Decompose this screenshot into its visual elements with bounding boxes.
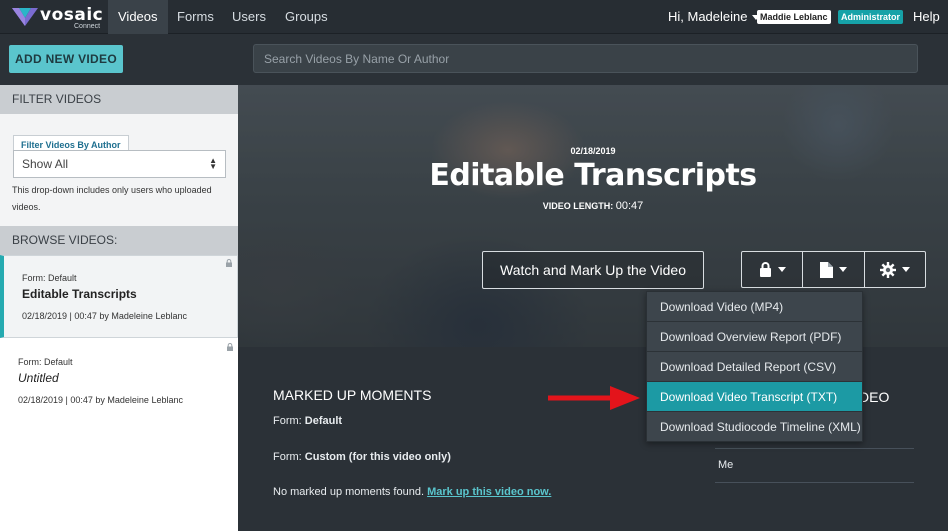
right-column-title: DEO bbox=[859, 389, 890, 405]
nav-groups[interactable]: Groups bbox=[275, 0, 338, 34]
lock-icon bbox=[227, 343, 233, 351]
download-studiocode-xml-item[interactable]: Download Studiocode Timeline (XML) bbox=[647, 412, 862, 442]
download-dropdown-menu: Download Video (MP4) Download Overview R… bbox=[646, 291, 863, 442]
role-badge: Administrator bbox=[838, 10, 904, 24]
video-form: Form: Default bbox=[18, 357, 73, 367]
chevron-down-icon bbox=[777, 267, 786, 272]
vosaic-logo[interactable]: vosaic Connect bbox=[12, 4, 104, 30]
nav-videos[interactable]: Videos bbox=[108, 0, 168, 34]
marked-up-moments-title: MARKED UP MOMENTS bbox=[273, 387, 432, 403]
empty-moments-row: No marked up moments found. Mark up this… bbox=[273, 486, 551, 498]
form-custom-row: Form: Custom (for this video only) bbox=[273, 451, 451, 463]
file-icon bbox=[819, 261, 833, 278]
video-length-label: VIDEO LENGTH: bbox=[542, 201, 614, 211]
vosaic-logo-icon bbox=[12, 8, 38, 26]
top-nav: vosaic Connect Videos Forms Users Groups… bbox=[0, 0, 948, 34]
lock-icon bbox=[226, 259, 232, 267]
chevron-down-icon bbox=[901, 267, 910, 272]
download-overview-pdf-item[interactable]: Download Overview Report (PDF) bbox=[647, 322, 862, 352]
form-value: Default bbox=[304, 415, 343, 427]
settings-button[interactable] bbox=[865, 252, 925, 287]
divider bbox=[715, 448, 914, 449]
privacy-button[interactable] bbox=[742, 252, 804, 287]
select-arrows-icon: ▲ ▼ bbox=[209, 156, 217, 171]
filter-videos-heading: FILTER VIDEOS bbox=[0, 85, 238, 114]
nav-forms[interactable]: Forms bbox=[167, 0, 224, 34]
video-title: Editable Transcripts bbox=[22, 287, 137, 301]
video-list-item[interactable]: Form: Default Untitled 02/18/2019 | 00:4… bbox=[0, 340, 238, 423]
logo-subtitle: Connect bbox=[74, 23, 101, 30]
lock-icon bbox=[759, 262, 771, 277]
user-menu[interactable]: Hi, Madeleine bbox=[668, 0, 760, 34]
hero-date: 02/18/2019 bbox=[570, 146, 616, 156]
user-name-badge: Maddie Leblanc bbox=[757, 10, 831, 24]
author-filter-value: Show All bbox=[22, 157, 69, 171]
nav-users[interactable]: Users bbox=[222, 0, 276, 34]
add-new-video-button[interactable]: ADD NEW VIDEO bbox=[9, 45, 123, 73]
video-length: VIDEO LENGTH: 00:47 bbox=[238, 200, 948, 212]
logo-wordmark: vosaic bbox=[40, 5, 104, 25]
form-label: Form: bbox=[273, 451, 302, 463]
chevron-down-icon bbox=[838, 267, 847, 272]
download-mp4-item[interactable]: Download Video (MP4) bbox=[647, 292, 862, 322]
download-detailed-csv-item[interactable]: Download Detailed Report (CSV) bbox=[647, 352, 862, 382]
watch-markup-button[interactable]: Watch and Mark Up the Video bbox=[482, 251, 704, 289]
author-filter-select[interactable]: Show All ▲ ▼ bbox=[13, 150, 226, 178]
video-title: Untitled bbox=[18, 371, 59, 385]
red-arrow-icon bbox=[548, 386, 640, 410]
user-greeting: Hi, Madeleine bbox=[668, 9, 748, 24]
help-link[interactable]: Help bbox=[913, 0, 940, 34]
video-meta: 02/18/2019 | 00:47 by Madeleine Leblanc bbox=[22, 311, 187, 321]
gear-icon bbox=[879, 261, 896, 278]
search-input[interactable] bbox=[253, 44, 918, 73]
form-value: Custom (for this video only) bbox=[304, 451, 451, 463]
download-button[interactable] bbox=[803, 252, 865, 287]
divider bbox=[715, 482, 914, 483]
browse-videos-heading: BROWSE VIDEOS: bbox=[0, 226, 238, 255]
filter-help-text: This drop-down includes only users who u… bbox=[12, 185, 212, 212]
mark-up-link[interactable]: Mark up this video now. bbox=[427, 486, 551, 498]
sidebar: FILTER VIDEOS Filter Videos By Author Sh… bbox=[0, 85, 238, 531]
right-column-me: Me bbox=[718, 459, 734, 471]
video-meta: 02/18/2019 | 00:47 by Madeleine Leblanc bbox=[18, 395, 183, 405]
download-transcript-txt-item[interactable]: Download Video Transcript (TXT) bbox=[647, 382, 862, 412]
video-form: Form: Default bbox=[22, 273, 77, 283]
video-actions-group bbox=[741, 251, 926, 288]
form-default-row: Form: Default bbox=[273, 415, 342, 427]
video-length-value: 00:47 bbox=[615, 200, 644, 212]
hero-title: Editable Transcripts bbox=[429, 158, 757, 193]
empty-moments-text: No marked up moments found. bbox=[273, 486, 425, 498]
form-label: Form: bbox=[273, 415, 302, 427]
video-list-item[interactable]: Form: Default Editable Transcripts 02/18… bbox=[0, 255, 238, 338]
